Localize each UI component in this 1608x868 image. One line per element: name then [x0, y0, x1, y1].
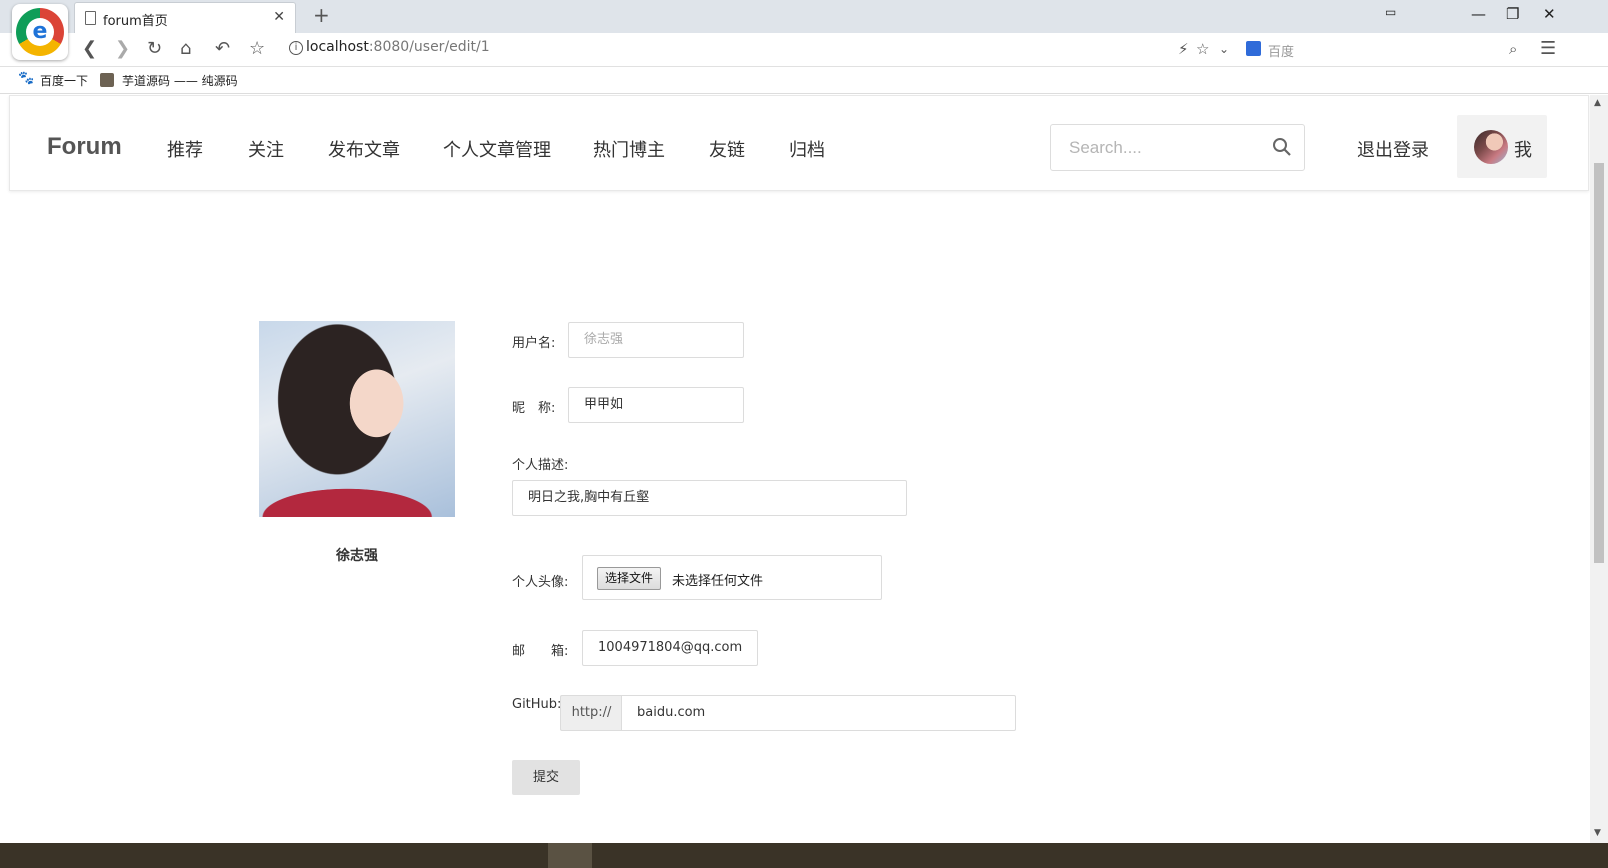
search-input[interactable] [1051, 125, 1266, 170]
baidu-paw-icon: 🐾 [18, 71, 35, 86]
reload-icon[interactable]: ↻ [147, 38, 162, 59]
forward-icon[interactable]: ❯ [115, 38, 130, 59]
avatar-label: 个人头像: [512, 575, 569, 590]
scroll-down-icon[interactable]: ▼ [1594, 828, 1601, 838]
window-mode-icon[interactable]: ▭ [1385, 5, 1396, 19]
site-navbar: Forum 推荐 关注 发布文章 个人文章管理 热门博主 友链 归档 退出登录 … [9, 95, 1589, 191]
file-status: 未选择任何文件 [672, 574, 764, 589]
choose-file-button[interactable]: 选择文件 [597, 567, 662, 590]
bookmark-item[interactable]: 百度一下 [40, 72, 88, 89]
user-menu[interactable]: 我 [1457, 115, 1547, 178]
page-viewport: Forum 推荐 关注 发布文章 个人文章管理 热门博主 友链 归档 退出登录 … [0, 95, 1590, 843]
menu-icon[interactable]: ☰ [1540, 38, 1556, 59]
page-scrollbar[interactable]: ▲ ▼ [1590, 95, 1608, 843]
username-label: 用户名: [512, 336, 556, 351]
new-tab-icon[interactable]: + [313, 3, 330, 27]
undo-close-icon[interactable]: ↶ [215, 38, 230, 59]
github-field[interactable]: baidu.com [621, 695, 1016, 731]
nickname-field[interactable]: 甲甲如 [568, 387, 744, 423]
favorite-star-icon[interactable]: ☆ [249, 38, 265, 59]
github-label: GitHub: [512, 697, 562, 712]
browser-tab[interactable]: forum首页 ✕ [74, 2, 296, 33]
browser-tab-bar: e forum首页 ✕ + ▭ — ❐ ✕ [0, 0, 1608, 60]
description-field[interactable]: 明日之我,胸中有丘壑 [512, 480, 907, 516]
window-close-icon[interactable]: ✕ [1543, 5, 1556, 23]
search-icon[interactable] [1272, 137, 1292, 157]
description-label: 个人描述: [512, 458, 569, 473]
back-icon[interactable]: ❮ [82, 38, 97, 59]
github-prefix: http:// [560, 695, 622, 731]
nav-item-popular-bloggers[interactable]: 热门博主 [593, 136, 665, 162]
site-search [1050, 124, 1305, 171]
username-field: 徐志强 [568, 322, 744, 358]
nav-item-recommend[interactable]: 推荐 [167, 136, 203, 162]
email-label: 邮 箱: [512, 644, 569, 659]
lightning-icon[interactable]: ⚡ [1178, 40, 1189, 58]
address-bar[interactable]: localhost:8080/user/edit/1 [306, 39, 490, 55]
tab-title: forum首页 [103, 14, 168, 29]
home-icon[interactable]: ⌂ [180, 38, 191, 59]
nav-item-links[interactable]: 友链 [709, 136, 745, 162]
profile-name: 徐志强 [336, 548, 378, 564]
taskbar-item[interactable] [548, 843, 592, 868]
user-menu-label: 我 [1514, 140, 1532, 161]
site-info-icon[interactable]: i [289, 41, 303, 55]
nickname-label: 昵 称: [512, 401, 556, 416]
email-field[interactable]: 1004971804@qq.com [582, 630, 758, 666]
nav-item-publish[interactable]: 发布文章 [328, 136, 400, 162]
profile-photo [259, 321, 455, 517]
nav-item-my-articles[interactable]: 个人文章管理 [443, 136, 551, 162]
avatar [1474, 130, 1508, 164]
minimize-icon[interactable]: — [1471, 5, 1486, 23]
avatar-file-input: 选择文件 未选择任何文件 [582, 555, 882, 600]
browser-search-box[interactable]: 百度 [1246, 36, 1526, 64]
bookmark-item[interactable]: 芋道源码 —— 纯源码 [122, 72, 238, 89]
page-icon [85, 11, 96, 25]
scrollbar-thumb[interactable] [1594, 163, 1604, 563]
browser-logo-letter: e [26, 18, 54, 46]
scroll-up-icon[interactable]: ▲ [1594, 98, 1601, 108]
browser-search-placeholder: 百度 [1268, 45, 1295, 60]
nav-item-follow[interactable]: 关注 [248, 136, 284, 162]
site-brand[interactable]: Forum [47, 133, 122, 161]
browser-toolbar: ❮ ❯ ↻ ⌂ ↶ ☆ i localhost:8080/user/edit/1… [0, 33, 1608, 67]
submit-button[interactable]: 提交 [512, 760, 580, 795]
browser-logo-icon[interactable]: e [12, 4, 68, 60]
bookmarks-bar: 🐾 百度一下 芋道源码 —— 纯源码 [0, 67, 1608, 94]
browser-search-icon[interactable]: ⌕ [1509, 40, 1517, 58]
bookmark-thumbnail-icon [100, 73, 114, 87]
tab-close-icon[interactable]: ✕ [273, 9, 285, 25]
bookmark-star-icon[interactable]: ☆ [1196, 40, 1209, 58]
url-path: :8080/user/edit/1 [368, 39, 490, 55]
logout-link[interactable]: 退出登录 [1357, 136, 1429, 162]
url-host: localhost [306, 39, 369, 55]
baidu-icon [1246, 41, 1261, 56]
dropdown-chevron-icon[interactable]: ⌄ [1219, 42, 1229, 56]
nav-item-archive[interactable]: 归档 [789, 136, 825, 162]
restore-icon[interactable]: ❐ [1506, 5, 1519, 23]
os-taskbar [0, 843, 1608, 868]
